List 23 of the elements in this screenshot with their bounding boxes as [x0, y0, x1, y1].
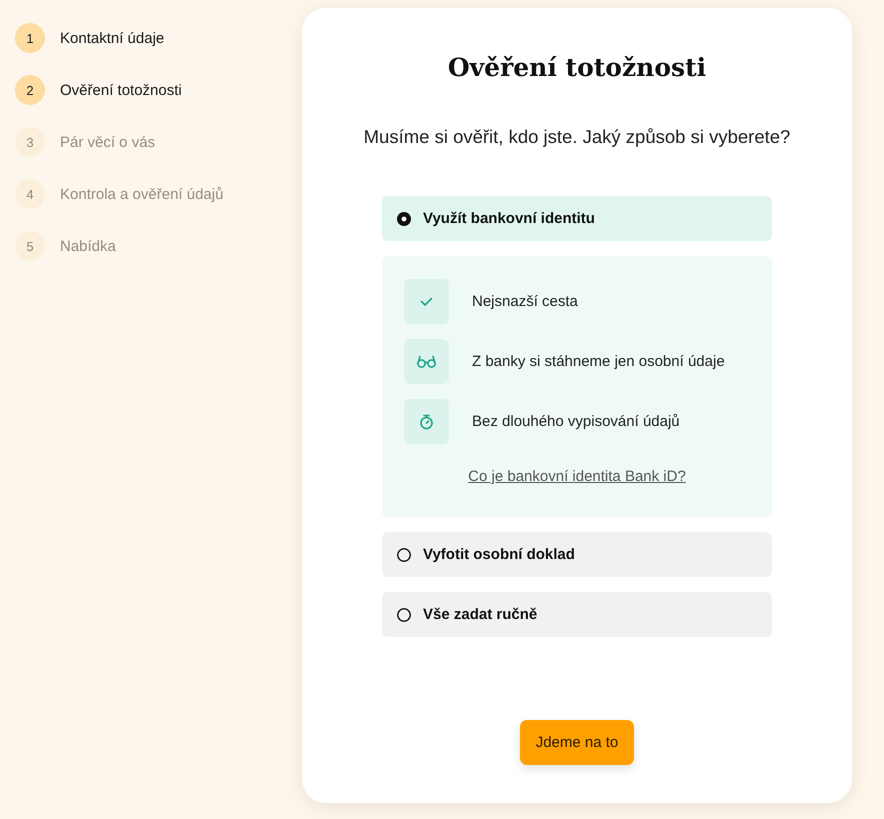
option-button[interactable]: Vyfotit osobní doklad — [382, 532, 772, 577]
step-number: 1 — [15, 23, 45, 53]
radio-icon[interactable] — [397, 608, 411, 622]
glasses-icon — [404, 339, 449, 384]
step-number: 3 — [15, 127, 45, 157]
step-number: 2 — [15, 75, 45, 105]
step-label[interactable]: Kontaktní údaje — [60, 30, 164, 46]
radio-icon[interactable] — [397, 548, 411, 562]
check-icon — [404, 279, 449, 324]
option-button[interactable]: Vše zadat ručně — [382, 592, 772, 637]
info-link[interactable]: Co je bankovní identita Bank iD? — [468, 468, 686, 485]
stopwatch-icon — [404, 399, 449, 444]
step-label[interactable]: Ověření totožnosti — [60, 82, 182, 98]
feature-text: Nejsnazší cesta — [472, 293, 578, 310]
step-number: 4 — [15, 179, 45, 209]
step-number: 5 — [15, 231, 45, 261]
radio-icon[interactable] — [397, 212, 411, 226]
option-button[interactable]: Využít bankovní identitu — [382, 196, 772, 241]
subtitle: Musíme si ověřit, kdo jste. Jaký způsob si vyberete? — [364, 125, 790, 149]
continue-button[interactable]: Jdeme na to — [520, 720, 634, 765]
feature-text: Bez dlouhého vypisování údajů — [472, 413, 680, 430]
page-title: Ověření totožnosti — [448, 52, 706, 84]
feature-text: Z banky si stáhneme jen osobní údaje — [472, 353, 725, 370]
